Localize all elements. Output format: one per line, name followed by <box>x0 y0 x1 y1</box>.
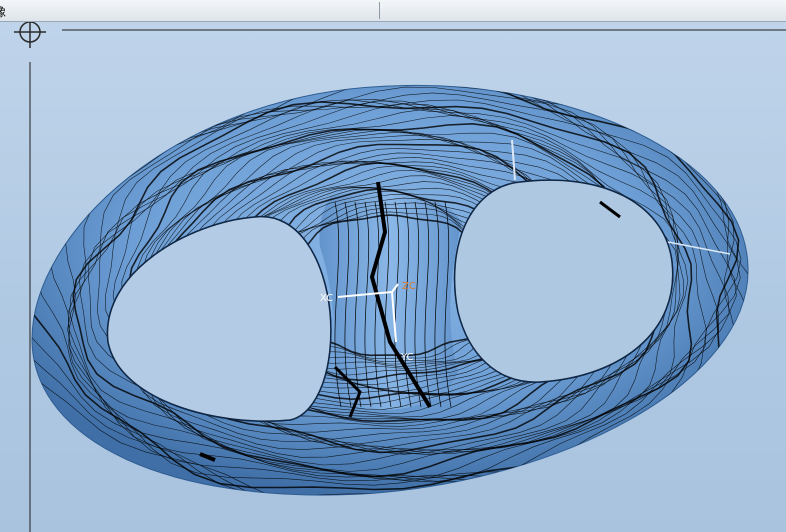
window-title-fragment: 像 <box>0 5 7 19</box>
crosshair-icon[interactable] <box>14 22 46 48</box>
x-axis-label: XC <box>320 293 333 304</box>
toolbar-separator <box>379 2 380 19</box>
top-toolbar: 像 <box>0 0 786 22</box>
model-canvas[interactable]: XC YC ZC <box>0 22 786 532</box>
graphics-viewport[interactable]: XC YC ZC <box>0 22 786 532</box>
chain-link-model[interactable] <box>14 71 765 508</box>
y-axis-label: YC <box>400 352 414 363</box>
z-axis-label: ZC <box>402 281 416 292</box>
